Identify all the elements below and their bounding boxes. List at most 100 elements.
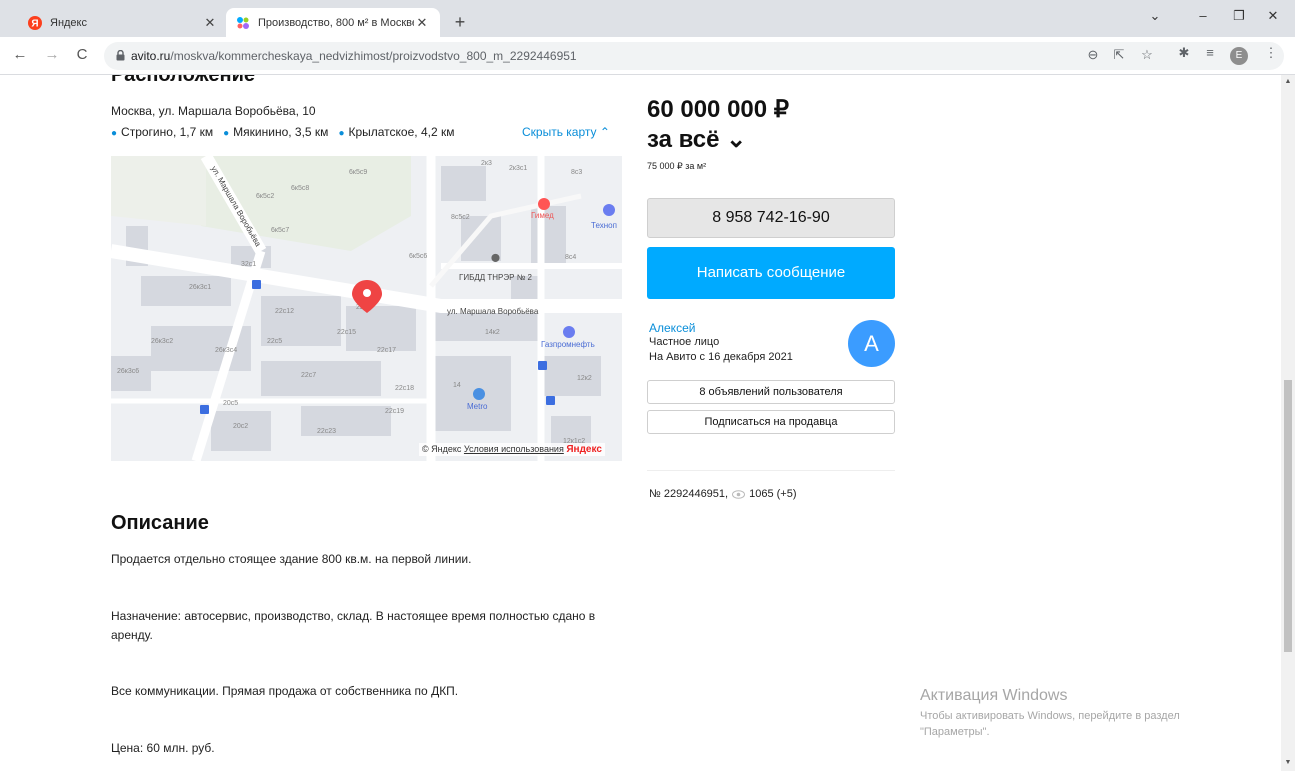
bookmark-star-icon[interactable]: ☆ — [1138, 47, 1156, 63]
map-building-label: 20с5 — [223, 400, 238, 407]
restore-button[interactable]: ❐ — [1224, 8, 1254, 24]
ad-number: № 2292446951, — [649, 488, 729, 500]
map-building-label: 8с3 — [571, 169, 582, 176]
minimize-button[interactable]: – — [1188, 8, 1218, 23]
scroll-thumb[interactable] — [1284, 380, 1292, 652]
seller-listings-button[interactable]: 8 объявлений пользователя — [647, 380, 895, 404]
map-building-label: 22с15 — [337, 329, 356, 336]
copyright-text: © Яндекс — [422, 444, 462, 454]
metro-dot-icon: ● — [223, 128, 230, 139]
menu-kebab-icon[interactable]: ⋮ — [1262, 45, 1280, 61]
url-text: avito.ru/moskva/kommercheskaya_nedvizhim… — [131, 49, 577, 63]
price-unit-dropdown[interactable]: за всё ⌄ — [647, 125, 746, 155]
metro-name: Мякинино, 3,5 км — [233, 125, 329, 139]
extensions-icon[interactable]: ✱ — [1175, 45, 1193, 61]
map-canvas: ул. Маршала Воробьёва ул. Маршала Воробь… — [111, 156, 622, 461]
map-street-label: ул. Маршала Воробьёва — [447, 307, 539, 316]
close-window-button[interactable]: ✕ — [1258, 8, 1288, 24]
address-bar[interactable]: avito.ru/moskva/kommercheskaya_nedvizhim… — [104, 42, 1284, 70]
map-poi-icon — [538, 198, 550, 210]
tab-close-icon[interactable]: ✕ — [414, 15, 430, 31]
description-title: Описание — [111, 512, 209, 534]
map-copyright: © Яндекс Условия использования Яндекс — [419, 443, 605, 456]
subscribe-seller-button[interactable]: Подписаться на продавца — [647, 410, 895, 434]
map-building-label: 26к3с6 — [117, 368, 139, 375]
share-icon[interactable]: ⇱ — [1110, 47, 1128, 63]
map-building-label: 8с4 — [565, 254, 576, 261]
price: 60 000 000 ₽ — [647, 96, 790, 123]
map-poi-icon: ⬤ — [491, 253, 500, 262]
seller-since: На Авито с 16 декабря 2021 — [649, 351, 793, 363]
seller-avatar[interactable]: A — [848, 320, 895, 367]
map-building-label: 6к5с8 — [291, 185, 309, 192]
map-building-label: 2к3 — [481, 160, 492, 167]
location-map[interactable]: ул. Маршала Воробьёва ул. Маршала Воробь… — [111, 156, 622, 461]
tab-strip: Я Яндекс ✕ Производство, 800 м² в Москве… — [0, 0, 1295, 37]
new-tab-button[interactable]: + — [450, 13, 470, 31]
show-phone-button[interactable]: 8 958 742-16-90 — [647, 198, 895, 238]
metro-item: ● Мякинино, 3,5 км — [223, 125, 328, 139]
lock-icon — [116, 50, 125, 61]
tab-close-icon[interactable]: ✕ — [202, 15, 218, 31]
seller-type: Частное лицо — [649, 336, 720, 348]
map-building-label: 26к3с4 — [215, 347, 237, 354]
map-building-label: 20с2 — [233, 423, 248, 430]
description-paragraph: Цена: 60 млн. руб. — [111, 741, 215, 755]
map-building-label: 14 — [453, 382, 461, 389]
activation-line: Чтобы активировать Windows, перейдите в … — [920, 710, 1180, 722]
price-per-sqm: 75 000 ₽ за м² — [647, 161, 707, 171]
reading-list-icon[interactable]: ≡ — [1201, 45, 1219, 60]
map-poi-icon — [473, 388, 485, 400]
metro-dot-icon: ● — [338, 128, 345, 139]
map-building-label: 22с5 — [267, 338, 282, 345]
windows-activation-watermark: Активация Windows Чтобы активировать Win… — [920, 687, 1180, 740]
activation-line: "Параметры". — [920, 726, 990, 738]
map-building-label: 22с12 — [275, 308, 294, 315]
map-poi-label: Metro — [467, 402, 488, 411]
page-viewport: Расположение Москва, ул. Маршала Воробьё… — [0, 75, 1281, 771]
reload-button[interactable]: C — [72, 45, 92, 65]
back-button[interactable]: ← — [10, 45, 30, 65]
map-poi-label: ГИБДД ТНРЭР № 2 — [459, 273, 533, 282]
description-paragraph: Назначение: автосервис, производство, ск… — [111, 609, 596, 642]
metro-name: Крылатское, 4,2 км — [348, 125, 455, 139]
svg-text:Я: Я — [31, 18, 38, 29]
divider — [647, 470, 895, 471]
activation-title: Активация Windows — [920, 687, 1068, 704]
zoom-icon[interactable]: ⊖ — [1084, 47, 1102, 63]
map-building-label: 22с19 — [385, 408, 404, 415]
ad-views: 1065 (+5) — [749, 488, 797, 500]
yandex-logo[interactable]: Яндекс — [566, 444, 602, 455]
metro-item: ● Крылатское, 4,2 км — [338, 125, 454, 139]
map-building-label: 6к5с7 — [271, 227, 289, 234]
map-building-label: 22с18 — [395, 385, 414, 392]
address-text: Москва, ул. Маршала Воробьёва, 10 — [111, 104, 316, 118]
write-message-button[interactable]: Написать сообщение — [647, 247, 895, 299]
description-paragraph: Продается отдельно стоящее здание 800 кв… — [111, 552, 472, 566]
map-poi-icon — [603, 204, 615, 216]
browser-toolbar: ← → C avito.ru/moskva/kommercheskaya_ned… — [0, 37, 1295, 75]
metro-name: Строгино, 1,7 км — [121, 125, 214, 139]
metro-dot-icon: ● — [111, 128, 118, 139]
page-scrollbar[interactable]: ▲ ▼ — [1281, 75, 1295, 771]
tab-avito[interactable]: Производство, 800 м² в Москве ✕ — [226, 8, 440, 37]
scroll-down-arrow-icon[interactable]: ▼ — [1284, 759, 1292, 766]
map-poi-icon — [563, 326, 575, 338]
tab-yandex[interactable]: Я Яндекс ✕ — [18, 8, 228, 37]
hide-map-link[interactable]: Скрыть карту ⌃ — [522, 125, 610, 139]
map-building-label: 32с1 — [241, 261, 256, 268]
map-terms-link[interactable]: Условия использования — [464, 444, 564, 454]
url-path: /moskva/kommercheskaya_nedvizhimost/proi… — [170, 49, 577, 63]
location-title: Расположение — [111, 75, 256, 86]
seller-name-link[interactable]: Алексей — [649, 321, 695, 335]
yandex-favicon-icon: Я — [28, 15, 42, 30]
forward-button[interactable]: → — [42, 45, 62, 65]
tab-search-icon[interactable]: ⌄ — [1140, 8, 1170, 24]
map-building-label: 22с17 — [377, 347, 396, 354]
map-building-label: 6к5с2 — [256, 193, 274, 200]
profile-avatar[interactable]: E — [1230, 47, 1248, 65]
avito-favicon-icon — [237, 16, 249, 29]
description-paragraph: Все коммуникации. Прямая продажа от собс… — [111, 684, 459, 698]
scroll-up-arrow-icon[interactable]: ▲ — [1284, 78, 1292, 85]
map-poi-label: Газпромнефть — [541, 340, 595, 349]
